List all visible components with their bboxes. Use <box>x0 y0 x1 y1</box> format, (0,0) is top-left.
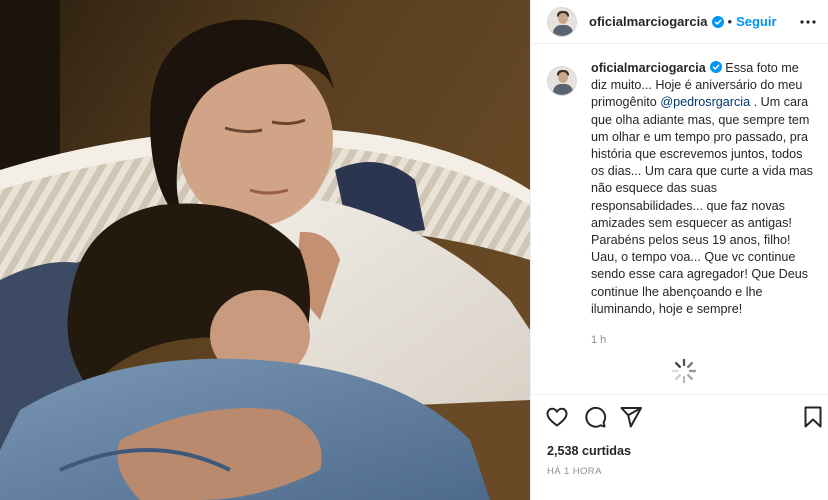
username-link[interactable]: oficialmarciogarcia <box>589 14 708 29</box>
post-header: oficialmarciogarcia • Seguir <box>531 0 828 44</box>
likes-count[interactable]: 2,538 curtidas <box>547 444 631 458</box>
avatar[interactable] <box>547 6 577 37</box>
caption-avatar[interactable] <box>547 66 577 96</box>
post-timestamp[interactable]: HÁ 1 HORA <box>547 466 602 477</box>
caption-block: oficialmarciogarcia Essa foto me diz mui… <box>547 60 817 349</box>
caption: oficialmarciogarcia Essa foto me diz mui… <box>591 60 817 349</box>
caption-text-end: . Um cara que olha adiante mas, que semp… <box>591 95 813 316</box>
follow-button[interactable]: Seguir <box>736 14 776 29</box>
caption-username[interactable]: oficialmarciogarcia <box>591 61 706 75</box>
photo-illustration <box>0 0 530 500</box>
mention-link[interactable]: @pedrosrgarcia <box>660 95 750 109</box>
loading-spinner-icon <box>671 358 697 384</box>
paper-plane-icon[interactable] <box>619 405 643 429</box>
post-side-panel: oficialmarciogarcia • Seguir oficialmarc… <box>530 0 828 500</box>
separator-dot: • <box>727 14 733 29</box>
action-bar <box>531 394 828 438</box>
comment-icon[interactable] <box>583 405 607 429</box>
verified-badge-icon <box>711 15 724 28</box>
bookmark-icon[interactable] <box>801 405 825 429</box>
heart-icon[interactable] <box>545 405 569 429</box>
more-options-icon[interactable] <box>799 13 817 31</box>
post-photo[interactable] <box>0 0 530 500</box>
caption-timestamp[interactable]: 1 h <box>591 332 817 349</box>
verified-badge-icon <box>709 61 722 73</box>
